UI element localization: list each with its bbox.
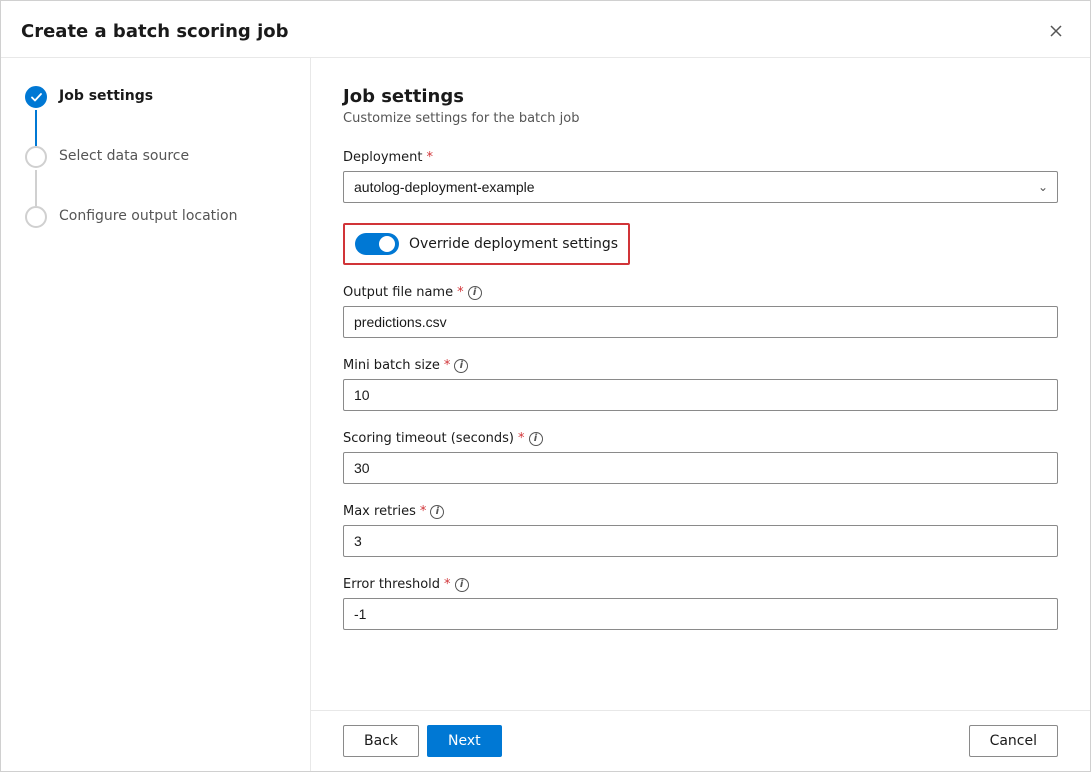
sidebar: Job settings Select data source [1, 58, 311, 771]
mini-batch-size-required-star: * [444, 358, 451, 373]
step-row-3: Configure output location [25, 206, 286, 228]
section-subtitle: Customize settings for the batch job [343, 111, 1058, 126]
close-icon [1050, 25, 1062, 37]
toggle-thumb [379, 236, 395, 252]
sidebar-item-configure-output: Configure output location [59, 206, 237, 224]
error-threshold-required-star: * [444, 577, 451, 592]
step-line-1 [35, 110, 37, 146]
next-button[interactable]: Next [427, 725, 502, 757]
deployment-field-group: Deployment * autolog-deployment-example … [343, 150, 1058, 203]
toggle-track [355, 233, 399, 255]
step-circle-3 [25, 206, 47, 228]
output-file-name-required-star: * [457, 285, 464, 300]
dialog-header: Create a batch scoring job [1, 1, 1090, 58]
max-retries-required-star: * [420, 504, 427, 519]
override-toggle-row: Override deployment settings [343, 223, 630, 265]
step-group-2: Select data source [25, 146, 286, 206]
step-circle-1 [25, 86, 47, 108]
output-file-name-group: Output file name * i [343, 285, 1058, 338]
deployment-required-star: * [427, 150, 434, 165]
dialog-footer: Back Next Cancel [311, 710, 1090, 771]
mini-batch-size-input[interactable] [343, 379, 1058, 411]
dialog-title: Create a batch scoring job [21, 21, 289, 42]
dialog-body: Job settings Select data source [1, 58, 1090, 771]
override-toggle-label: Override deployment settings [409, 236, 618, 252]
override-toggle[interactable] [355, 233, 399, 255]
error-threshold-group: Error threshold * i [343, 577, 1058, 630]
sidebar-item-job-settings: Job settings [59, 86, 153, 104]
scoring-timeout-info-icon: i [529, 432, 543, 446]
deployment-label: Deployment * [343, 150, 1058, 165]
step-group-1: Job settings [25, 86, 286, 146]
mini-batch-size-info-icon: i [454, 359, 468, 373]
step-row-2: Select data source [25, 146, 286, 206]
main-content: Job settings Customize settings for the … [311, 58, 1090, 771]
step-line-2 [35, 170, 37, 206]
max-retries-group: Max retries * i [343, 504, 1058, 557]
max-retries-label: Max retries * i [343, 504, 1058, 519]
section-title: Job settings [343, 86, 1058, 107]
output-file-name-info-icon: i [468, 286, 482, 300]
max-retries-input[interactable] [343, 525, 1058, 557]
step-group-3: Configure output location [25, 206, 286, 228]
scoring-timeout-input[interactable] [343, 452, 1058, 484]
output-file-name-label: Output file name * i [343, 285, 1058, 300]
step-indicator-3 [25, 206, 47, 228]
footer-left-buttons: Back Next [343, 725, 502, 757]
cancel-button[interactable]: Cancel [969, 725, 1058, 757]
max-retries-info-icon: i [430, 505, 444, 519]
error-threshold-info-icon: i [455, 578, 469, 592]
scoring-timeout-label: Scoring timeout (seconds) * i [343, 431, 1058, 446]
scoring-timeout-required-star: * [518, 431, 525, 446]
step-circle-2 [25, 146, 47, 168]
error-threshold-input[interactable] [343, 598, 1058, 630]
mini-batch-size-label: Mini batch size * i [343, 358, 1058, 373]
create-batch-scoring-dialog: Create a batch scoring job [0, 0, 1091, 772]
step-indicator-2 [25, 146, 47, 206]
scoring-timeout-group: Scoring timeout (seconds) * i [343, 431, 1058, 484]
error-threshold-label: Error threshold * i [343, 577, 1058, 592]
sidebar-item-select-data-source: Select data source [59, 146, 189, 164]
step-row-1: Job settings [25, 86, 286, 146]
deployment-select-wrapper: autolog-deployment-example ⌄ [343, 171, 1058, 203]
close-button[interactable] [1042, 17, 1070, 45]
content-scroll-area: Job settings Customize settings for the … [311, 58, 1090, 710]
back-button[interactable]: Back [343, 725, 419, 757]
step-indicator-1 [25, 86, 47, 146]
checkmark-icon [31, 93, 42, 102]
deployment-select[interactable]: autolog-deployment-example [343, 171, 1058, 203]
mini-batch-size-group: Mini batch size * i [343, 358, 1058, 411]
output-file-name-input[interactable] [343, 306, 1058, 338]
